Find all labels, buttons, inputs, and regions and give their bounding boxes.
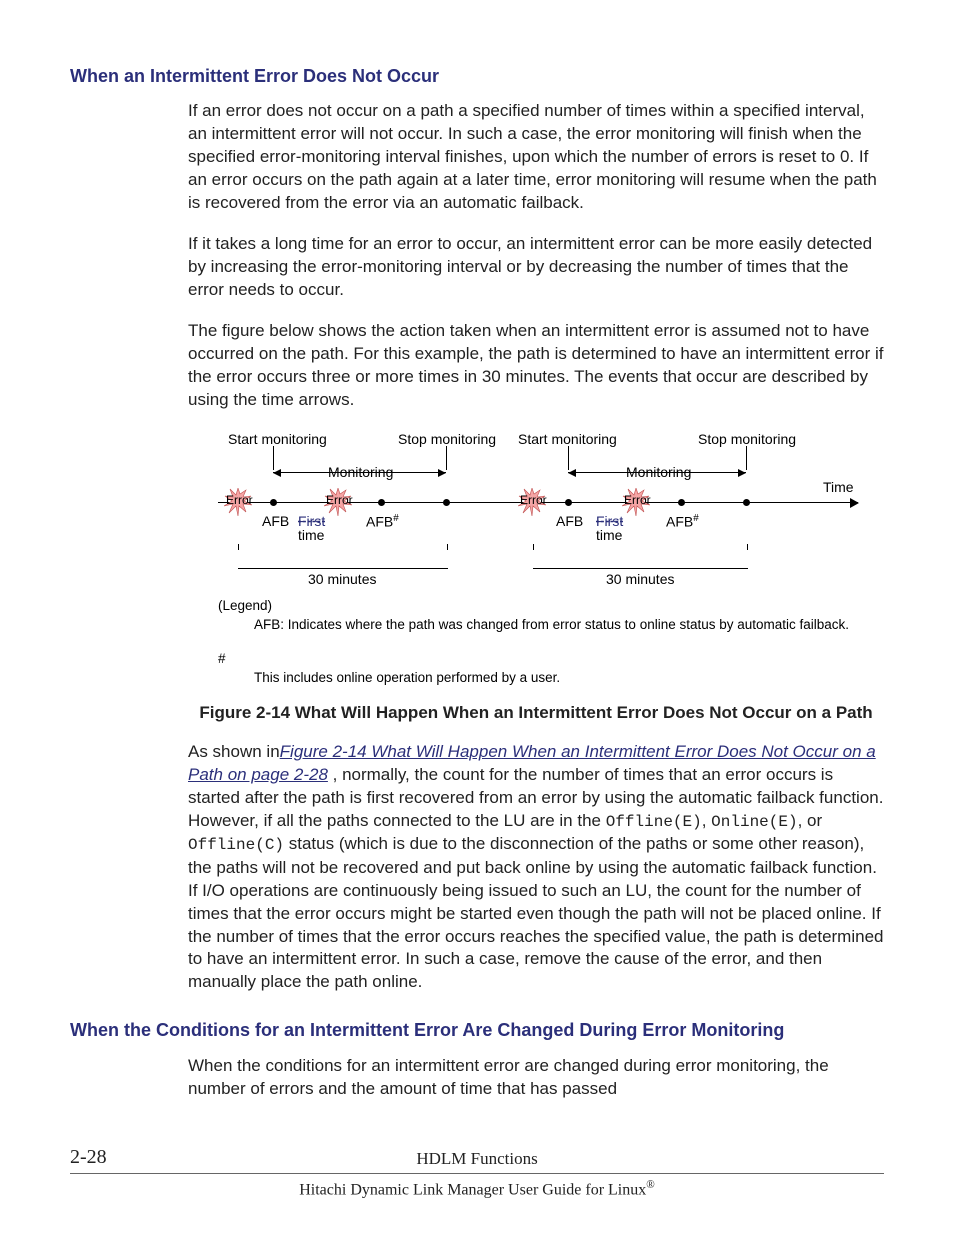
para: If an error does not occur on a path a s… xyxy=(188,100,884,215)
code-offline-c: Offline(C) xyxy=(188,836,284,854)
label-afb-hash: AFB# xyxy=(366,512,399,532)
section2-body: When the conditions for an intermittent … xyxy=(188,1055,884,1101)
figure-legend: (Legend) AFB: Indicates where the path w… xyxy=(218,596,884,688)
figure-diagram: Start monitoring Stop monitoring Start m… xyxy=(218,430,878,590)
label-monitoring: Monitoring xyxy=(626,463,691,482)
label-30-minutes: 30 minutes xyxy=(606,570,674,589)
section1-body: If an error does not occur on a path a s… xyxy=(188,100,884,994)
figure-caption: Figure 2-14 What Will Happen When an Int… xyxy=(188,702,884,725)
label-monitoring: Monitoring xyxy=(328,463,393,482)
label-afb: AFB xyxy=(556,512,583,531)
code-online-e: Online(E) xyxy=(711,813,797,831)
label-time: time xyxy=(298,526,324,545)
label-30-minutes: 30 minutes xyxy=(308,570,376,589)
page-footer: 2-28 HDLM Functions Hitachi Dynamic Link… xyxy=(70,1148,884,1201)
legend-title: (Legend) xyxy=(218,596,884,616)
page-number: 2-28 xyxy=(70,1144,107,1171)
label-error: Error xyxy=(326,492,353,508)
label-time: time xyxy=(596,526,622,545)
text: As shown in xyxy=(188,742,280,761)
page: When an Intermittent Error Does Not Occu… xyxy=(0,0,954,1101)
section-heading-1: When an Intermittent Error Does Not Occu… xyxy=(70,64,884,88)
label-error: Error xyxy=(624,492,651,508)
text: status (which is due to the disconnectio… xyxy=(188,834,883,991)
code-offline-e: Offline(E) xyxy=(606,813,702,831)
legend-afb: AFB: Indicates where the path was change… xyxy=(254,615,884,635)
footer-doc-title: Hitachi Dynamic Link Manager User Guide … xyxy=(70,1178,884,1201)
label-error: Error xyxy=(226,492,253,508)
para: If it takes a long time for an error to … xyxy=(188,233,884,302)
label-afb-hash: AFB# xyxy=(666,512,699,532)
figure-2-14: Start monitoring Stop monitoring Start m… xyxy=(218,430,884,688)
para: When the conditions for an intermittent … xyxy=(188,1055,884,1101)
label-start-monitoring: Start monitoring xyxy=(228,430,327,449)
label-time: Time xyxy=(823,478,854,497)
legend-hash-body: This includes online operation performed… xyxy=(254,668,884,688)
para: The figure below shows the action taken … xyxy=(188,320,884,412)
legend-hash: # xyxy=(218,649,884,669)
label-error: Error xyxy=(520,492,547,508)
label-afb: AFB xyxy=(262,512,289,531)
footer-section-title: HDLM Functions xyxy=(416,1149,537,1168)
para-after-figure: As shown inFigure 2-14 What Will Happen … xyxy=(188,741,884,995)
label-stop-monitoring: Stop monitoring xyxy=(698,430,796,449)
label-stop-monitoring: Stop monitoring xyxy=(398,430,496,449)
section-heading-2: When the Conditions for an Intermittent … xyxy=(70,1018,884,1042)
